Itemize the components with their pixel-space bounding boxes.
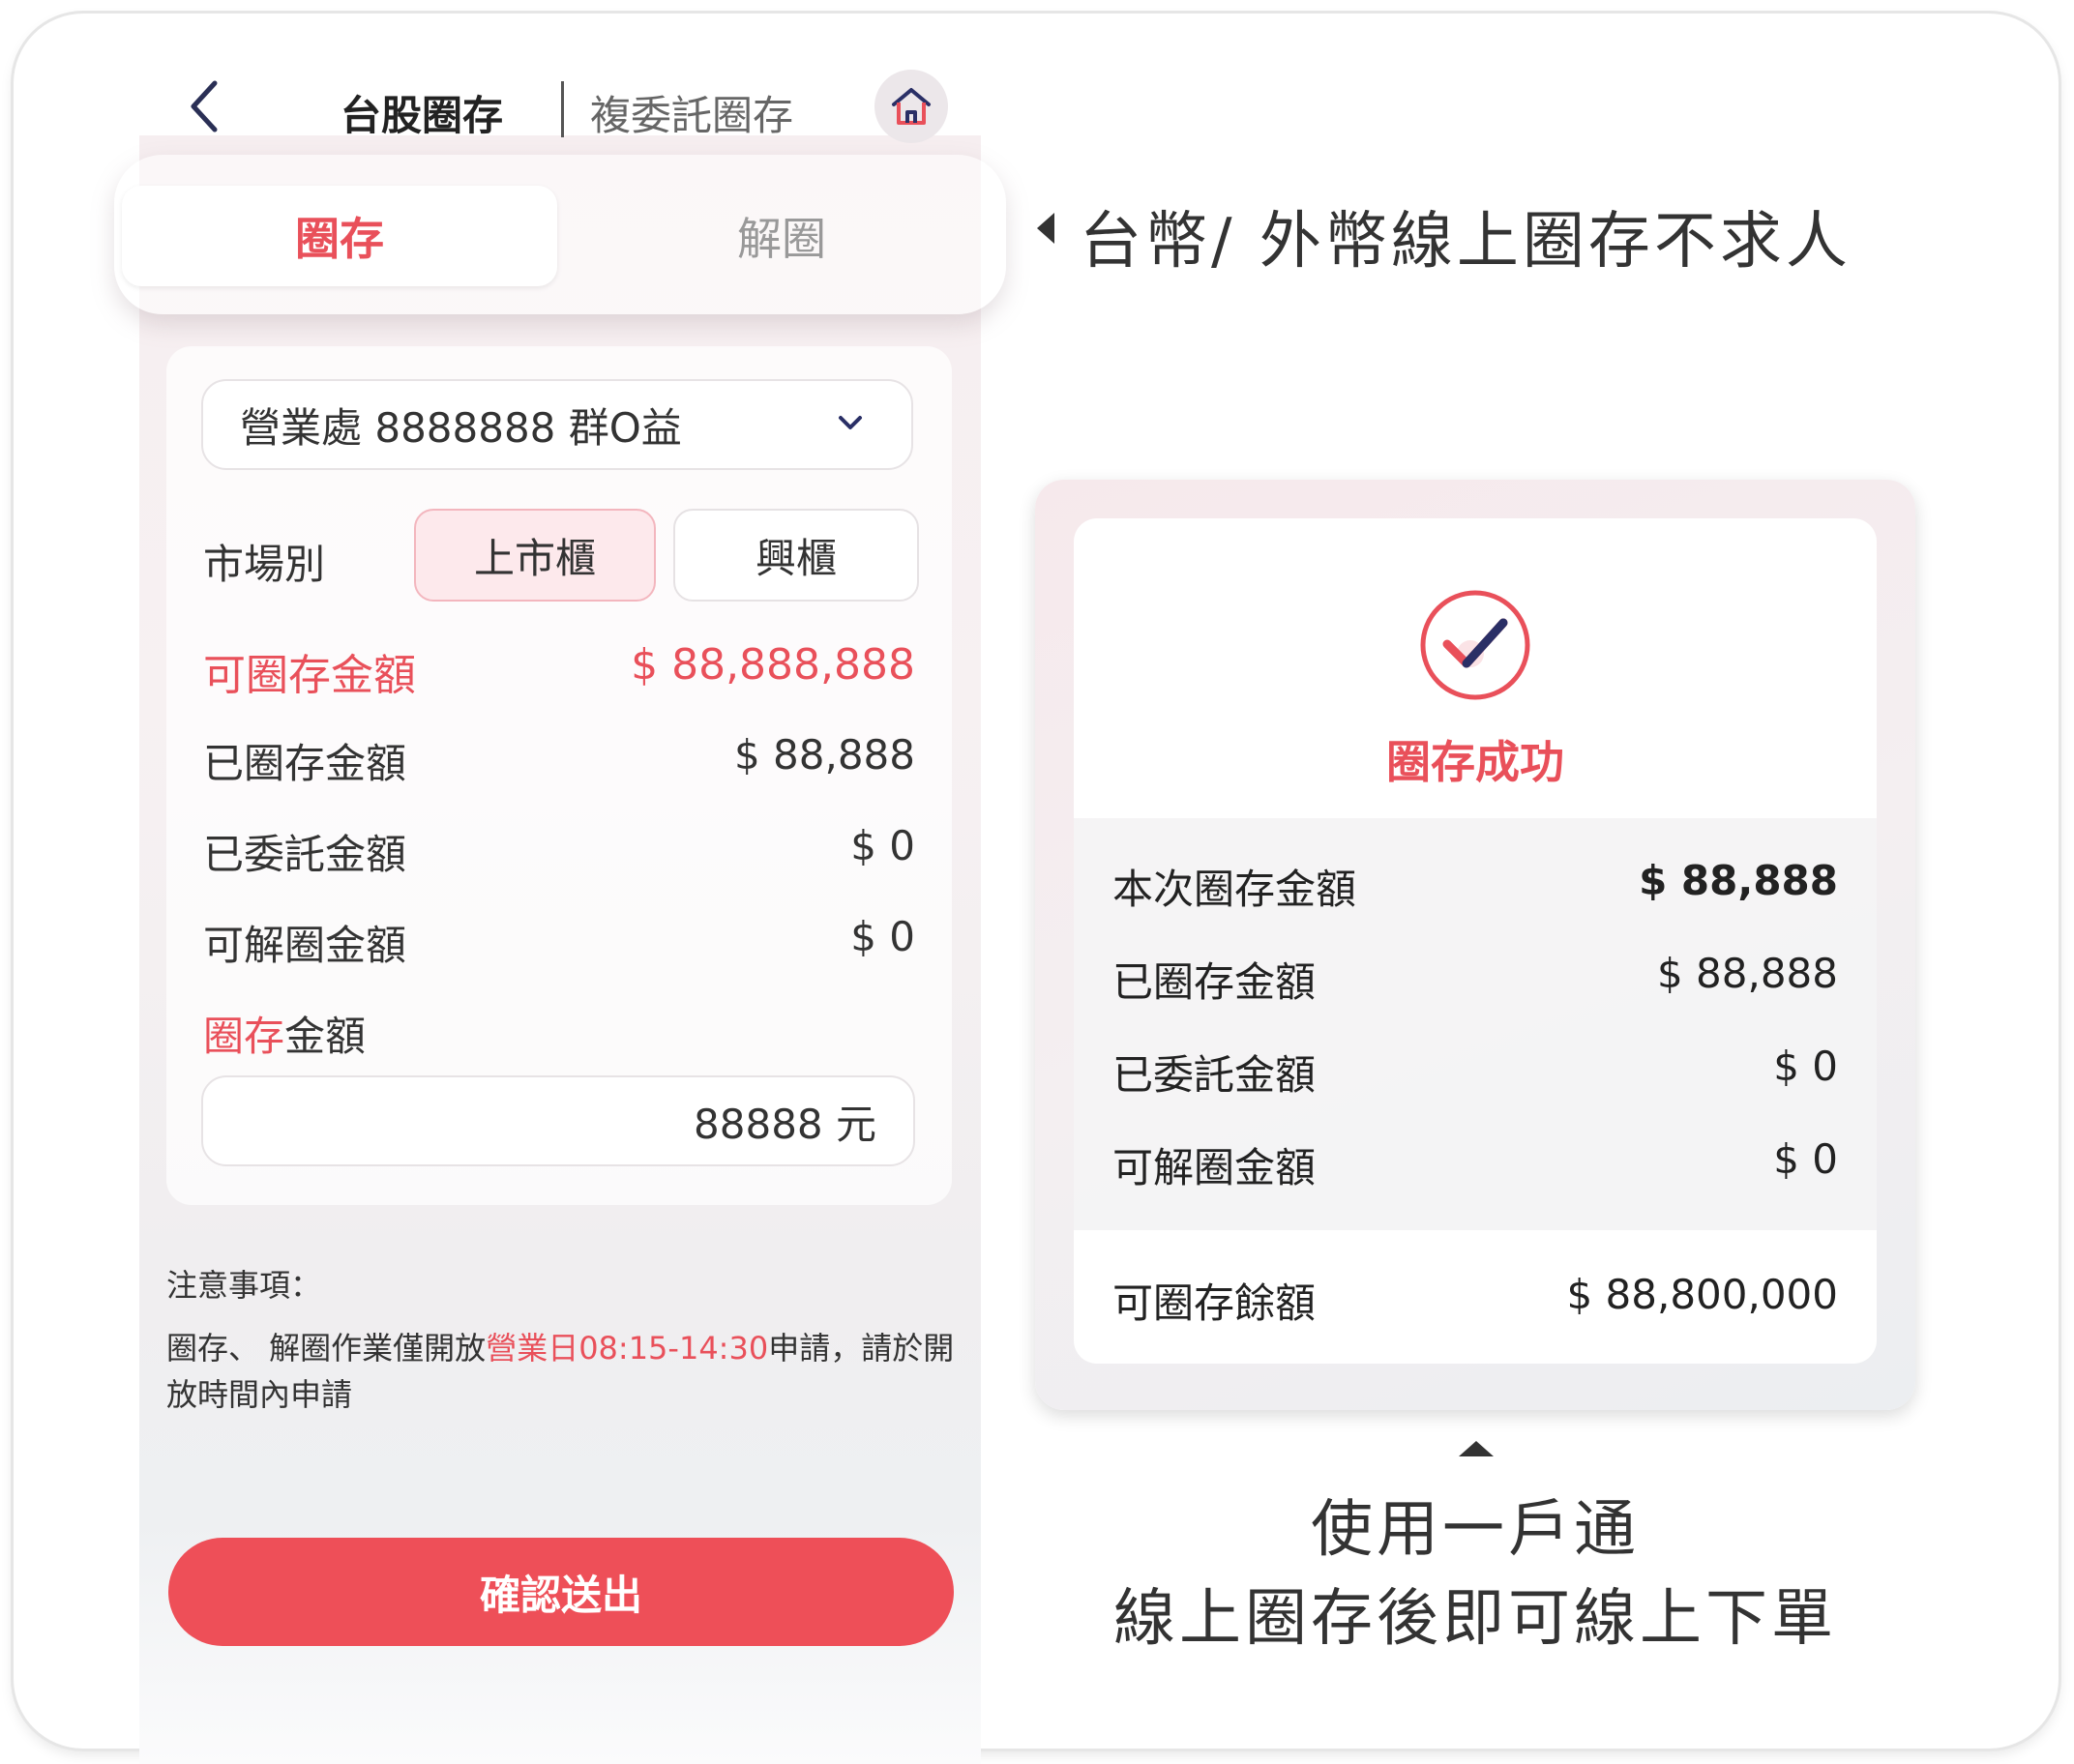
result-row-this-hold: 本次圈存金額 $ 88,888 [1112,857,1838,915]
notice-text: 圈存、 解圈作業僅開放營業日08:15-14:30申請，請於開放時間內申請 [166,1325,969,1418]
result-balance-label: 可圈存餘額 [1112,1279,1317,1327]
ordered-amount-value: $ 0 [850,822,915,869]
result-ordered-value: $ 0 [1773,1043,1838,1090]
ordered-amount-label: 已委託金額 [203,831,407,878]
home-icon [892,88,931,125]
result-row-ordered: 已委託金額 $ 0 [1112,1043,1838,1101]
segment-hold[interactable]: 圈存 [122,186,557,286]
check-circle-icon [1420,590,1530,700]
account-select[interactable]: 營業處 8888888 群O益 [201,379,913,470]
pointer-up-icon [1459,1441,1494,1456]
result-this-hold-label: 本次圈存金額 [1112,866,1357,913]
caption-bottom: 使用一戶通 線上圈存後即可線上下單 [1035,1485,1915,1663]
releasable-amount-row: 可解圈金額 $ 0 [203,913,915,971]
available-hold-value: $ 88,888,888 [631,640,915,690]
tab-sub-brokerage-hold[interactable]: 複委託圈存 [590,83,793,142]
result-ordered-label: 已委託金額 [1112,1051,1317,1099]
market-option-emerging[interactable]: 興櫃 [673,509,919,602]
caption-bottom-line-2: 線上圈存後即可線上下單 [1113,1583,1837,1655]
result-row-held: 已圈存金額 $ 88,888 [1112,950,1838,1008]
notice-hours: 營業日08:15-14:30 [486,1330,769,1367]
back-button[interactable] [186,77,232,135]
segment-release[interactable]: 解圈 [569,186,994,286]
held-amount-label: 已圈存金額 [203,740,407,787]
notice-title: 注意事項： [166,1267,322,1304]
result-releasable-label: 可解圈金額 [1112,1144,1317,1191]
notice-text-before: 圈存、 解圈作業僅開放 [166,1330,487,1367]
result-releasable-value: $ 0 [1773,1135,1838,1183]
available-hold-label: 可圈存金額 [203,651,416,700]
top-bar: 台股圈存 複委託圈存 [139,39,981,155]
result-card: 圈存成功 本次圈存金額 $ 88,888 已圈存金額 $ 88,888 已委託金… [1035,480,1915,1410]
chevron-down-icon [839,416,862,429]
releasable-amount-value: $ 0 [850,913,915,960]
hold-amount-label: 圈存金額 [203,1004,366,1063]
account-select-value: 營業處 8888888 群O益 [240,403,682,452]
held-amount-row: 已圈存金額 $ 88,888 [203,731,915,789]
result-this-hold-value: $ 88,888 [1639,857,1838,904]
tab-divider [561,81,564,137]
result-header: 圈存成功 [1074,518,1877,818]
hold-form-card: 營業處 8888888 群O益 市場別 上市櫃 興櫃 可圈存金額 $ 88,88… [166,346,952,1205]
releasable-amount-label: 可解圈金額 [203,922,407,969]
hold-amount-input[interactable]: 88888 元 [201,1075,915,1166]
tab-taiwan-stock-hold[interactable]: 台股圈存 [341,83,503,142]
market-label: 市場別 [203,541,326,588]
hold-amount-label-rest: 金額 [284,1013,367,1060]
caption-top: 台幣/ 外幣線上圈存不求人 [1035,191,1852,280]
result-row-balance: 可圈存餘額 $ 88,800,000 [1112,1271,1838,1329]
home-button[interactable] [874,70,948,143]
caption-top-text: 台幣/ 外幣線上圈存不求人 [1080,206,1852,278]
result-held-value: $ 88,888 [1656,950,1838,997]
result-held-label: 已圈存金額 [1112,958,1317,1006]
result-balance-value: $ 88,800,000 [1566,1271,1838,1318]
chevron-left-icon [191,80,218,132]
result-balance: 可圈存餘額 $ 88,800,000 [1074,1230,1877,1364]
caption-bottom-line-1: 使用一戶通 [1311,1494,1640,1566]
hold-amount-label-accent: 圈存 [203,1013,285,1060]
result-details: 本次圈存金額 $ 88,888 已圈存金額 $ 88,888 已委託金額 $ 0… [1074,818,1877,1230]
market-option-listed[interactable]: 上市櫃 [414,509,656,602]
ordered-amount-row: 已委託金額 $ 0 [203,822,915,880]
confirm-submit-button[interactable]: 確認送出 [168,1538,954,1646]
available-hold-row: 可圈存金額 $ 88,888,888 [203,640,915,700]
hold-release-segment: 圈存 解圈 [114,155,1006,314]
held-amount-value: $ 88,888 [733,731,915,779]
result-row-releasable: 可解圈金額 $ 0 [1112,1135,1838,1193]
result-status: 圈存成功 [1386,736,1564,788]
